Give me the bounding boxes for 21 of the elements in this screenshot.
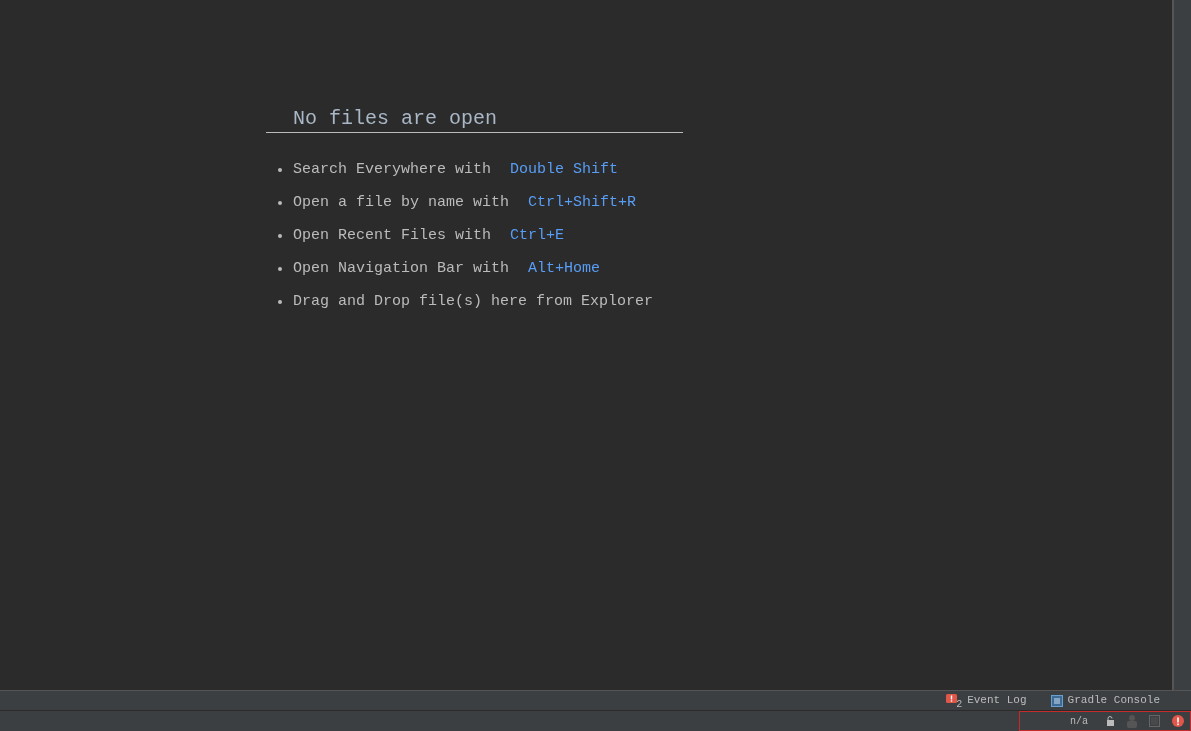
tool-window-button[interactable]: Gradle Console — [1050, 692, 1160, 709]
shortcut-text: Ctrl+E — [510, 226, 565, 245]
shortcut-text: Alt+Home — [528, 259, 601, 278]
bullet-icon — [278, 167, 282, 172]
hint-text: Drag and Drop file(s) here from Explorer — [293, 292, 654, 311]
caret-position-text: n/a — [1070, 714, 1088, 729]
bullet-icon — [278, 299, 282, 304]
hint-text: Open Navigation Bar with — [293, 259, 510, 278]
hint-text: Open Recent Files with — [293, 226, 492, 245]
hint-text: Search Everywhere with — [293, 160, 492, 179]
hint-text: Open a file by name with — [293, 193, 510, 212]
tool-window-button[interactable]: 2 Event Log — [946, 692, 1027, 709]
empty-editor-title: No files are open — [293, 106, 498, 132]
shortcut-text: Double Shift — [510, 160, 619, 179]
shortcut-text: Ctrl+Shift+R — [528, 193, 637, 212]
bullet-icon — [278, 266, 282, 271]
error-icon[interactable] — [1172, 715, 1184, 727]
bullet-icon — [278, 233, 282, 238]
unlocked-padlock-icon[interactable] — [1106, 716, 1115, 726]
bullet-icon — [278, 200, 282, 205]
console-icon — [1050, 694, 1063, 707]
